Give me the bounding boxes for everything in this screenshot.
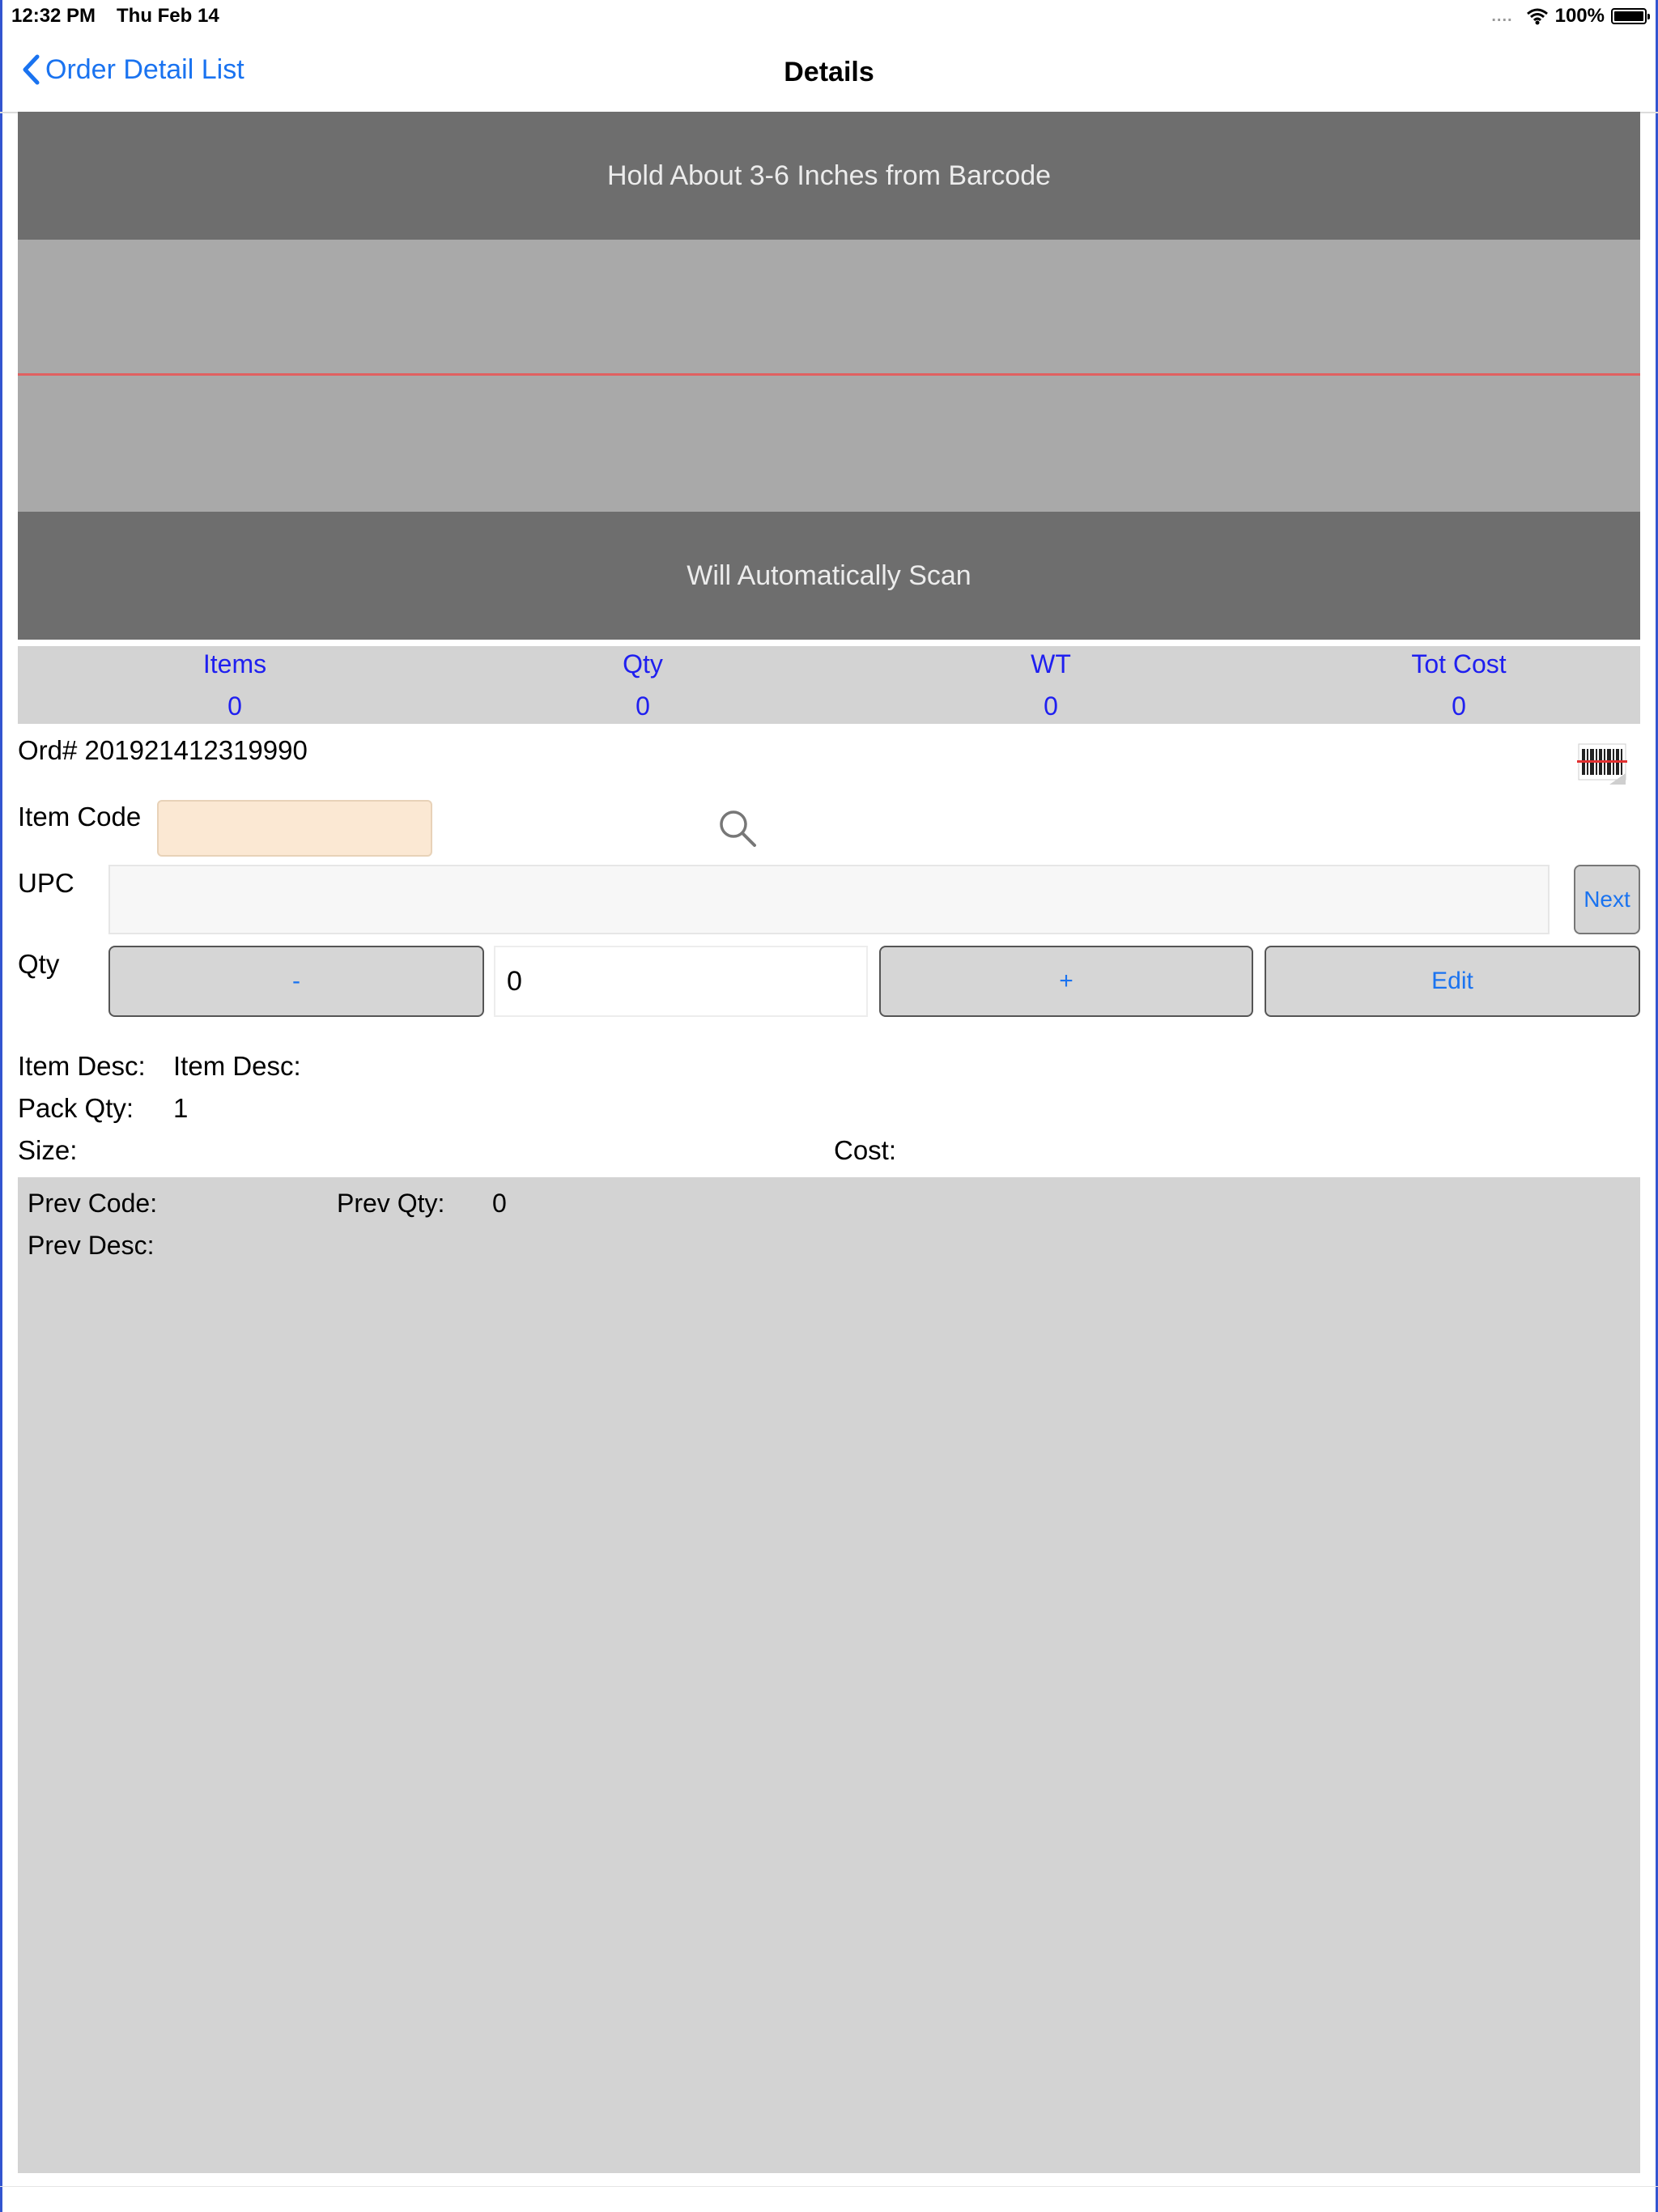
summary-qty-label: Qty [623, 649, 663, 678]
status-date: Thu Feb 14 [117, 5, 219, 27]
bottom-divider [0, 2186, 1658, 2187]
scanner-red-line [18, 373, 1640, 376]
wifi-icon [1526, 8, 1548, 25]
barcode-icon[interactable] [1577, 741, 1629, 786]
summary-qty-value: 0 [636, 691, 650, 721]
battery-percent: 100% [1554, 5, 1605, 27]
navigation-bar: Order Detail List Details [0, 34, 1658, 113]
cost-label: Cost: [834, 1135, 897, 1165]
size-label: Size: [18, 1135, 78, 1165]
item-desc-label: Item Desc: [18, 1051, 146, 1081]
previous-item-panel: Prev Code: Prev Qty: 0 Prev Desc: [18, 1177, 1640, 2173]
summary-wt-label: WT [1031, 649, 1071, 678]
qty-label: Qty [18, 949, 60, 979]
summary-items-value: 0 [227, 691, 242, 721]
scanner-instruction-bottom: Will Automatically Scan [18, 512, 1640, 640]
prev-desc-label: Prev Desc: [28, 1231, 155, 1260]
summary-tot-cost-label: Tot Cost [1411, 649, 1507, 678]
status-indicators: .... 100% [1491, 5, 1650, 28]
qty-increment-button[interactable]: + [879, 946, 1253, 1017]
window-frame-left [0, 0, 2, 2212]
qty-decrement-button[interactable]: - [108, 946, 484, 1017]
prev-qty-value: 0 [492, 1189, 507, 1218]
battery-icon [1611, 8, 1650, 24]
prev-code-label: Prev Code: [28, 1189, 158, 1218]
order-summary-bar: Items 0 Qty 0 WT 0 Tot Cost 0 [18, 646, 1640, 724]
scanner-instruction-top: Hold About 3-6 Inches from Barcode [18, 112, 1640, 240]
page-title: Details [784, 57, 874, 87]
item-code-input[interactable] [157, 800, 432, 857]
summary-wt-value: 0 [1044, 691, 1058, 721]
next-button[interactable]: Next [1574, 865, 1640, 934]
summary-items-label: Items [202, 649, 267, 678]
status-time: 12:32 PM [11, 5, 96, 27]
pack-qty-label: Pack Qty: [18, 1093, 134, 1123]
signal-icon: .... [1491, 6, 1513, 25]
barcode-scanner-view[interactable]: Hold About 3-6 Inches from Barcode Will … [18, 112, 1640, 640]
upc-input[interactable] [108, 865, 1550, 934]
upc-label: UPC [18, 868, 74, 898]
qty-input[interactable]: 0 [494, 946, 868, 1017]
item-code-label: Item Code [18, 802, 142, 832]
edit-button[interactable]: Edit [1265, 946, 1640, 1017]
prev-qty-label: Prev Qty: [337, 1189, 445, 1218]
pack-qty-value: 1 [173, 1093, 189, 1123]
search-icon[interactable] [716, 806, 761, 852]
item-desc-value: Item Desc: [173, 1051, 301, 1081]
status-bar: 12:32 PM Thu Feb 14 .... 100% [0, 0, 1658, 34]
summary-tot-cost-value: 0 [1452, 691, 1466, 721]
order-number: Ord# 201921412319990 [18, 735, 308, 765]
